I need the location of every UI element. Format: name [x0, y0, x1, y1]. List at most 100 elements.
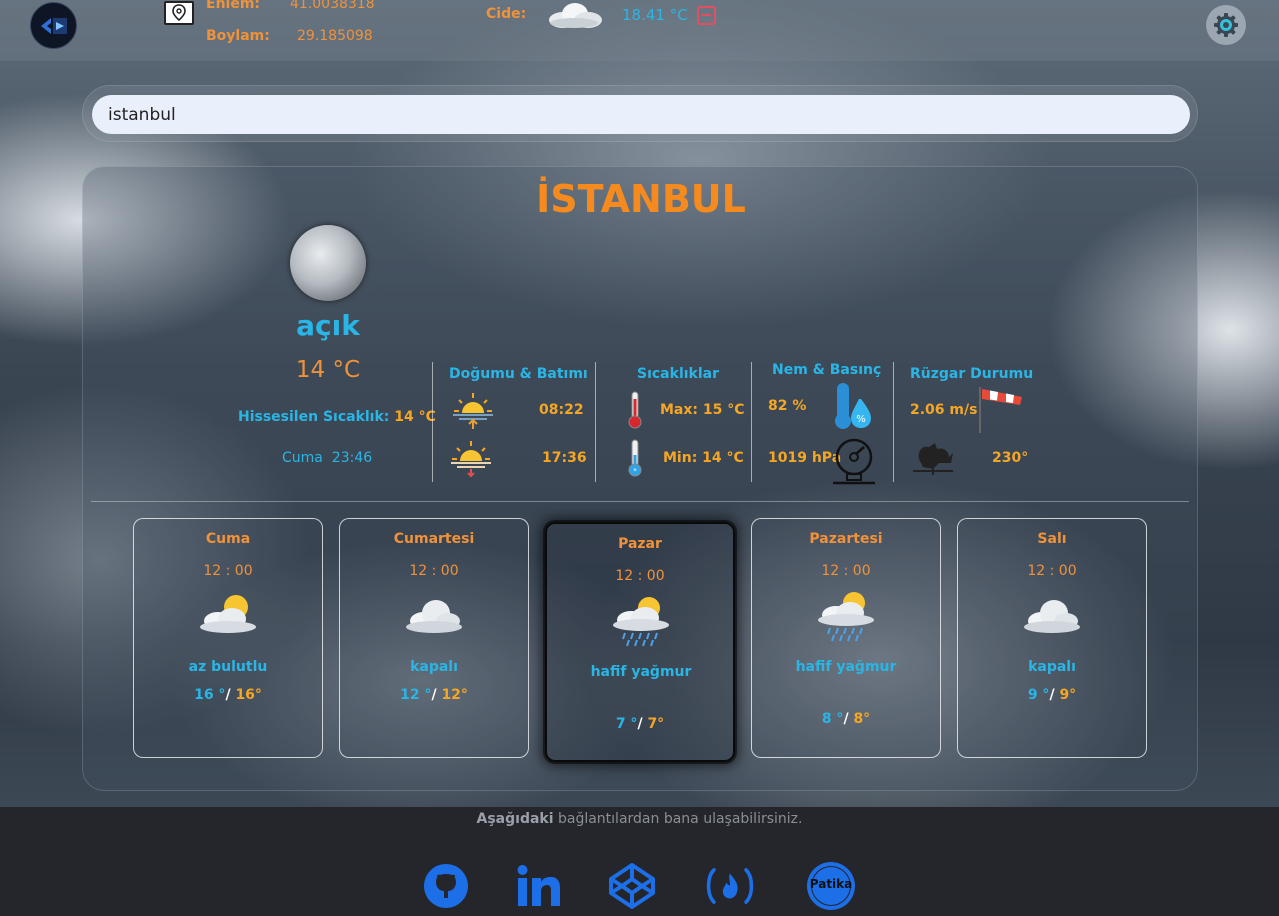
forecast-card[interactable]: Salı 12 : 00 kapalı 9 °/ 9°	[957, 518, 1147, 758]
logo[interactable]	[30, 2, 77, 49]
cloud-icon	[543, 0, 605, 34]
forecast-low: 7 °	[615, 716, 638, 732]
forecast-low: 16 °	[194, 687, 226, 703]
forecast-time: 12 : 00	[203, 563, 253, 579]
sunrise-icon	[451, 391, 495, 435]
footer: Aşağıdaki bağlantılardan bana ulaşabilir…	[0, 807, 1279, 916]
forecast-day: Pazartesi	[809, 531, 883, 547]
forecast-low: 9 °	[1027, 687, 1050, 703]
linkedin-icon[interactable]	[514, 861, 564, 911]
divider	[751, 362, 752, 482]
forecast-high: 9°	[1059, 687, 1077, 703]
svg-text:%: %	[856, 414, 866, 425]
windsock-icon	[976, 383, 1028, 439]
forecast-low: 12 °	[400, 687, 432, 703]
latitude-value: 41.0038318	[290, 0, 375, 12]
forecast-temps: 16 °/ 16°	[194, 687, 262, 703]
forecast-high: 12°	[441, 687, 468, 703]
forecast-time: 12 : 00	[615, 568, 665, 584]
temps-section-title: Sıcaklıklar	[637, 366, 719, 382]
forecast-description: az bulutlu	[188, 659, 268, 675]
sun-section-title: Doğumu & Batımı	[449, 366, 588, 382]
forecast-card[interactable]: Cuma 12 : 00 az bulutlu 16 °/ 16°	[133, 518, 323, 758]
top-bar: Enlem: 41.0038318 Boylam: 29.185098 Cide…	[0, 0, 1279, 61]
forecast-high: 16°	[235, 687, 262, 703]
current-day: Cuma	[282, 450, 323, 466]
humidity-value: 82 %	[768, 398, 807, 414]
humidity-section-title: Nem & Basınç	[772, 362, 882, 378]
forecast-card-selected[interactable]: Pazar 12 : 00 hafif yağmur 7 °/ 7°	[545, 522, 735, 762]
sunset-time: 17:36	[542, 450, 587, 466]
patika-label: Patika	[809, 877, 853, 891]
wind-section-title: Rüzgar Durumu	[910, 366, 1034, 382]
forecast-description: hafif yağmur	[590, 664, 692, 680]
weathervane-icon	[909, 437, 957, 481]
github-icon[interactable]	[421, 861, 471, 911]
codepen-icon[interactable]	[607, 861, 657, 911]
forecast-temps: 12 °/ 12°	[400, 687, 468, 703]
sunset-icon	[449, 439, 493, 483]
current-temperature: 14 °C	[295, 357, 361, 383]
forecast-card[interactable]: Cumartesi 12 : 00 kapalı 12 °/ 12°	[339, 518, 529, 758]
minus-square-icon[interactable]	[697, 6, 716, 25]
map-pin-icon[interactable]	[164, 1, 194, 25]
thermometer-hot-icon	[625, 389, 645, 435]
forecast-day: Cumartesi	[393, 531, 475, 547]
feels-like-value: 14 °C	[394, 409, 436, 425]
latitude-label: Enlem:	[206, 0, 261, 12]
cloud-icon	[402, 589, 466, 641]
forecast-day: Salı	[1037, 531, 1067, 547]
cide-temperature: 18.41 °C	[622, 6, 688, 24]
forecast-time: 12 : 00	[1027, 563, 1077, 579]
cloud-icon	[1020, 589, 1084, 641]
forecast-temps: 9 °/ 9°	[1027, 687, 1077, 703]
forecast-low: 8 °	[821, 711, 844, 727]
feels-like-label: Hissesilen Sıcaklık:	[238, 409, 390, 425]
forecast-high: 8°	[853, 711, 871, 727]
rain-icon	[814, 587, 878, 647]
wind-speed: 2.06 m/s	[910, 402, 978, 418]
section-divider	[91, 501, 1189, 502]
forecast-day: Pazar	[618, 536, 662, 552]
cide-label: Cide:	[486, 6, 527, 22]
patika-icon[interactable]: Patika	[806, 861, 856, 911]
divider	[893, 362, 894, 482]
current-condition: açık	[296, 309, 360, 342]
forecast-temps: 8 °/ 8°	[821, 711, 871, 727]
city-name: İSTANBUL	[536, 177, 746, 221]
thermometer-cold-icon: *	[625, 437, 645, 483]
footer-text: Aşağıdaki bağlantılardan bana ulaşabilir…	[0, 811, 1279, 827]
current-day-time: Cuma 23:46	[282, 450, 372, 466]
footer-text-bold: Aşağıdaki	[476, 811, 554, 827]
forecast-description: hafif yağmur	[795, 659, 897, 675]
forecast-card[interactable]: Pazartesi 12 : 00 hafif yağmur 8 °/ 8°	[751, 518, 941, 758]
forecast-day: Cuma	[205, 531, 251, 547]
longitude-value: 29.185098	[297, 28, 373, 44]
footer-text-rest: bağlantılardan bana ulaşabilirsiniz.	[553, 811, 803, 827]
forecast-temps: 7 °/ 7°	[615, 716, 665, 732]
freecodecamp-icon[interactable]	[705, 861, 755, 911]
svg-text:*: *	[633, 467, 637, 475]
forecast-description: kapalı	[1028, 659, 1076, 675]
wind-direction: 230°	[992, 450, 1029, 466]
divider	[595, 362, 596, 482]
min-temp: Min: 14 °C	[663, 450, 744, 466]
current-time: 23:46	[331, 450, 373, 466]
longitude-label: Boylam:	[206, 28, 270, 44]
weather-card: İSTANBUL açık 14 °C Hissesilen Sıcaklık:…	[82, 166, 1198, 791]
forecast-time: 12 : 00	[409, 563, 459, 579]
city-search-input[interactable]	[92, 95, 1190, 134]
pressure-gauge-icon	[831, 437, 877, 491]
forecast-time: 12 : 00	[821, 563, 871, 579]
rain-icon	[609, 592, 673, 652]
humidity-icon: %	[833, 381, 875, 435]
feels-like: Hissesilen Sıcaklık: 14 °C	[238, 409, 436, 425]
sunrise-time: 08:22	[539, 402, 584, 418]
moon-icon	[290, 225, 366, 301]
settings-gear-icon[interactable]	[1206, 5, 1246, 45]
max-temp: Max: 15 °C	[660, 402, 745, 418]
forecast-high: 7°	[647, 716, 665, 732]
forecast-description: kapalı	[410, 659, 458, 675]
search-bar	[82, 85, 1198, 142]
divider	[432, 362, 433, 482]
